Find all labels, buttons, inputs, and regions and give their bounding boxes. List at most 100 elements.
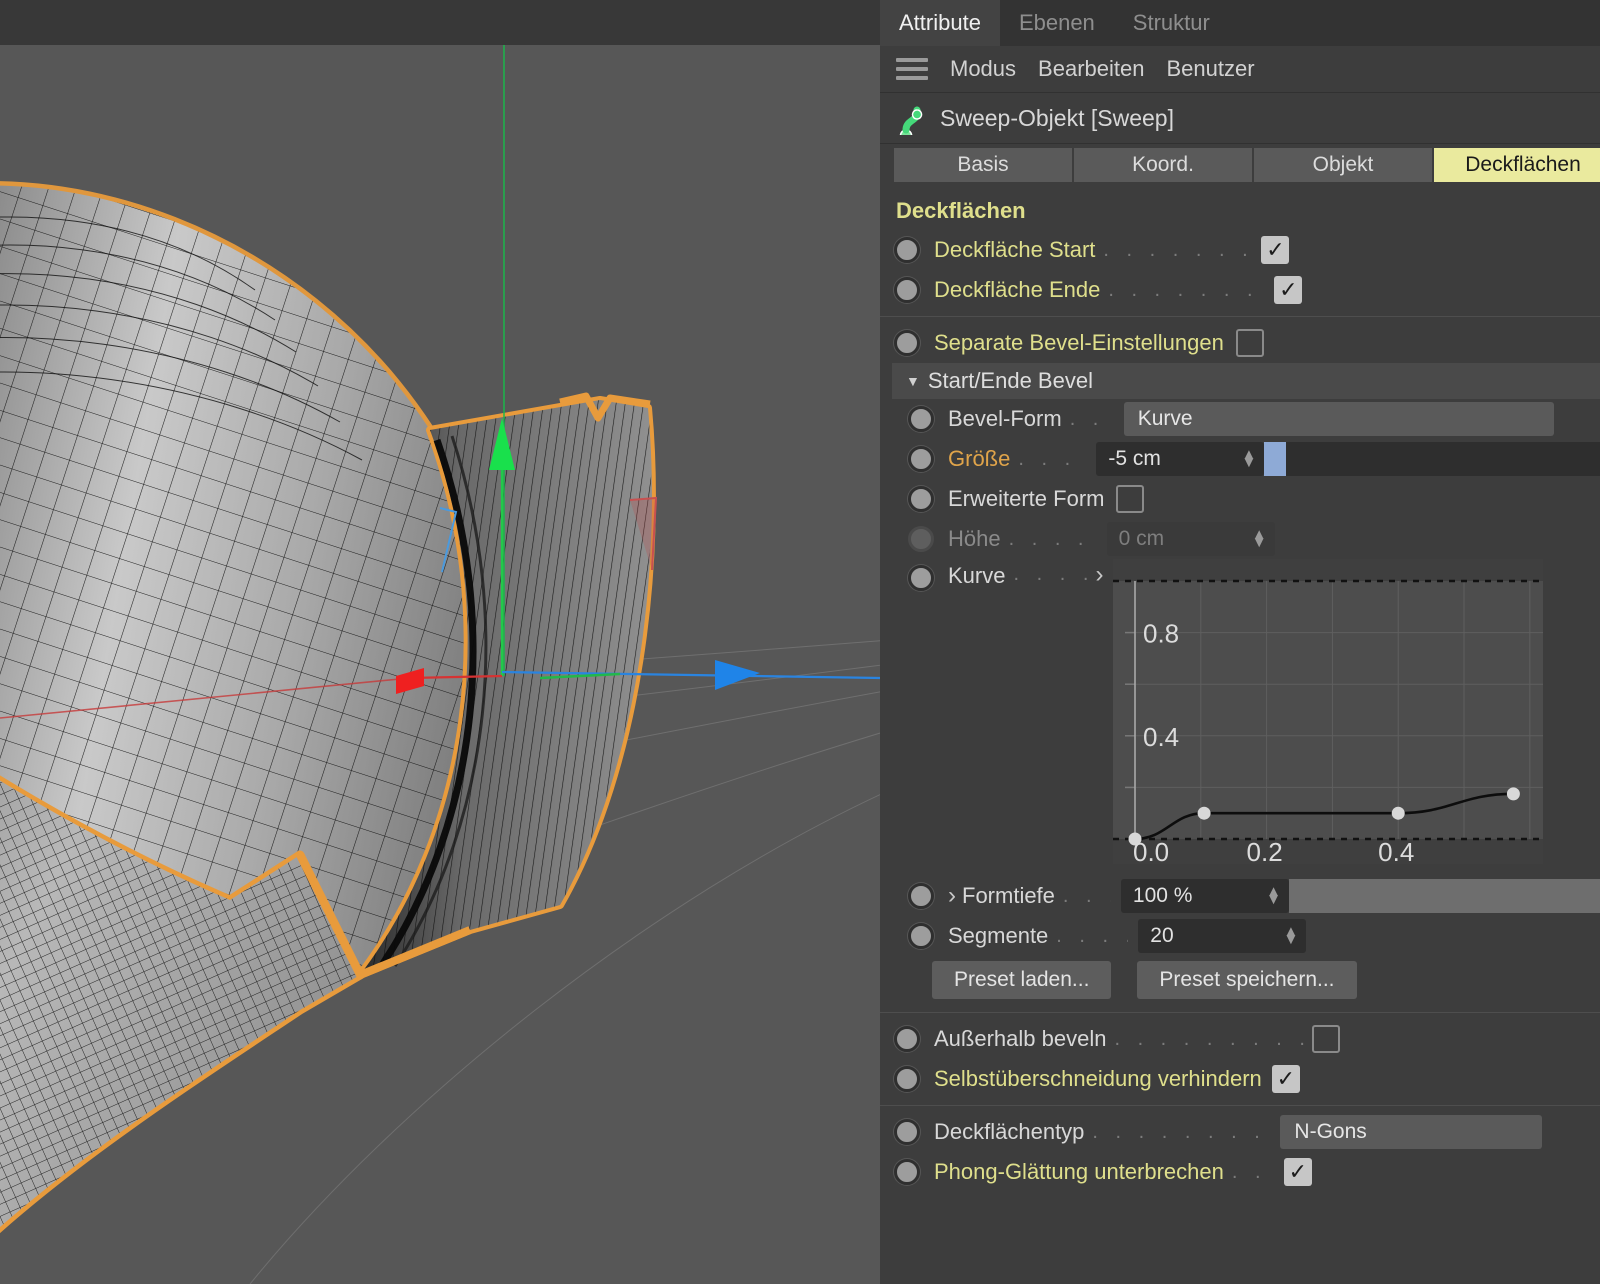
spinner-hoehe: ▲ ▼ bbox=[1251, 526, 1267, 551]
row-erweiterte-form[interactable]: Erweiterte Form bbox=[880, 479, 1600, 519]
anim-track-radio-icon[interactable] bbox=[908, 923, 934, 949]
group-start-ende-bevel[interactable]: ▼ Start/Ende Bevel bbox=[892, 363, 1600, 399]
curve-control-point[interactable] bbox=[1392, 806, 1406, 820]
input-segmente[interactable]: 20 ▲ ▼ bbox=[1138, 919, 1307, 953]
checkbox-separate-bevel[interactable] bbox=[1235, 329, 1264, 357]
spinner-formtiefe[interactable]: ▲ ▼ bbox=[1266, 884, 1281, 907]
row-kurve[interactable]: Kurve . . . . . › 0.4 0.8 0.0 0.2 0.4 bbox=[880, 559, 1600, 870]
row-phong-glaettung[interactable]: Phong-Glättung unterbrechen . . . ✓ bbox=[880, 1152, 1600, 1192]
label-kurve: Kurve bbox=[948, 563, 1006, 588]
anim-track-radio-icon[interactable] bbox=[894, 1119, 920, 1145]
anim-track-radio-icon[interactable] bbox=[908, 883, 934, 909]
preset-load-button[interactable]: Preset laden... bbox=[932, 961, 1112, 999]
panel-tab-attribute[interactable]: Attribute bbox=[880, 0, 1000, 46]
viewport-scene bbox=[0, 0, 880, 1284]
tab-basis[interactable]: Basis bbox=[894, 148, 1072, 182]
checkbox-deckflaeche-start[interactable]: ✓ bbox=[1261, 236, 1290, 264]
row-deckflaeche-ende[interactable]: Deckfläche Ende . . . . . . . . ✓ bbox=[880, 270, 1600, 310]
curve-control-point[interactable] bbox=[1507, 787, 1521, 801]
input-hoehe-value: 0 cm bbox=[1118, 527, 1165, 550]
anim-track-radio-icon[interactable] bbox=[908, 486, 934, 512]
preset-save-button[interactable]: Preset speichern... bbox=[1137, 961, 1357, 999]
bevel-curve-canvas[interactable]: 0.4 0.8 0.0 0.2 0.4 bbox=[1113, 559, 1544, 867]
anim-track-radio-icon[interactable] bbox=[894, 237, 920, 263]
curve-control-point[interactable] bbox=[1198, 806, 1212, 820]
group-label: Start/Ende Bevel bbox=[927, 368, 1093, 393]
chevron-right-icon[interactable]: › bbox=[1095, 561, 1103, 589]
checkbox-ausserhalb-beveln[interactable] bbox=[1312, 1025, 1341, 1053]
label-separate-bevel: Separate Bevel-Einstellungen bbox=[934, 330, 1224, 355]
row-formtiefe[interactable]: › Formtiefe . . . . 100 % ▲▼ bbox=[880, 876, 1600, 916]
panel-tabbar: Attribute Ebenen Struktur bbox=[880, 0, 1600, 46]
property-tabbar: Basis Koord. Objekt Deckflächen Sele bbox=[880, 144, 1600, 186]
row-separate-bevel[interactable]: Separate Bevel-Einstellungen bbox=[880, 323, 1600, 363]
dropdown-deckflaechentyp[interactable]: N-Gons bbox=[1280, 1115, 1543, 1149]
dot-leader: . . . . . bbox=[1013, 563, 1087, 585]
label-groesse: Größe bbox=[948, 446, 1011, 471]
slider-groesse[interactable] bbox=[1264, 442, 1600, 476]
x-tick-label: 0.0 bbox=[1133, 837, 1169, 864]
panel-tab-ebenen[interactable]: Ebenen bbox=[1000, 0, 1114, 46]
slider-formtiefe[interactable] bbox=[1288, 879, 1600, 913]
input-segmente-value: 20 bbox=[1150, 924, 1174, 947]
row-groesse[interactable]: Größe . . . . . . -5 cm ▲▼ bbox=[880, 439, 1600, 479]
hamburger-menu-icon[interactable] bbox=[896, 58, 928, 80]
row-bevel-form[interactable]: Bevel-Form . . . . Kurve bbox=[880, 399, 1600, 439]
label-selbstueberschneidung: Selbstüberschneidung verhindern bbox=[934, 1066, 1262, 1091]
dot-leader: . . . bbox=[1231, 1160, 1276, 1183]
anim-track-radio-icon[interactable] bbox=[894, 277, 920, 303]
x-tick-label: 0.4 bbox=[1379, 837, 1415, 864]
sweep-spline-icon bbox=[899, 106, 923, 135]
anim-track-radio-icon[interactable] bbox=[908, 406, 934, 432]
anim-track-radio-icon[interactable] bbox=[894, 1026, 920, 1052]
anim-track-radio-icon[interactable] bbox=[908, 446, 934, 472]
label-deckflaeche-ende: Deckfläche Ende bbox=[934, 277, 1101, 302]
checkbox-erweiterte-form[interactable] bbox=[1116, 485, 1145, 513]
anim-track-radio-icon[interactable] bbox=[908, 565, 934, 591]
anim-track-radio-icon[interactable] bbox=[894, 330, 920, 356]
chevron-right-icon[interactable]: › bbox=[948, 882, 956, 910]
label-erweiterte-form: Erweiterte Form bbox=[948, 486, 1105, 511]
row-segmente[interactable]: Segmente . . . . . 20 ▲▼ bbox=[880, 916, 1600, 956]
dot-leader: . . . . . . . . . . bbox=[1092, 1120, 1272, 1143]
row-deckflaeche-start[interactable]: Deckfläche Start . . . . . . . . ✓ bbox=[880, 230, 1600, 270]
row-ausserhalb-beveln[interactable]: Außerhalb beveln . . . . . . . . . . . bbox=[880, 1019, 1600, 1059]
x-tick-label: 0.2 bbox=[1247, 837, 1283, 864]
tab-objekt[interactable]: Objekt bbox=[1254, 148, 1432, 182]
divider bbox=[880, 1105, 1600, 1106]
object-title: Sweep-Objekt [Sweep] bbox=[940, 104, 1174, 131]
dot-leader: . . . . bbox=[1062, 884, 1111, 907]
checkbox-deckflaeche-ende[interactable]: ✓ bbox=[1274, 276, 1303, 304]
spinner-segmente[interactable]: ▲ ▼ bbox=[1283, 924, 1298, 947]
menu-item-benutzer[interactable]: Benutzer bbox=[1166, 56, 1254, 82]
tab-koord[interactable]: Koord. bbox=[1074, 148, 1252, 182]
row-selbstueberschneidung[interactable]: Selbstüberschneidung verhindern ✓ bbox=[880, 1059, 1600, 1099]
viewport-3d[interactable] bbox=[0, 0, 880, 1284]
y-tick-label: 0.4 bbox=[1143, 722, 1179, 752]
input-groesse-value: -5 cm bbox=[1108, 447, 1161, 470]
attribute-manager-panel: Attribute Ebenen Struktur Modus Bearbeit… bbox=[880, 0, 1600, 1284]
label-deckflaeche-start: Deckfläche Start bbox=[934, 237, 1096, 262]
checkbox-phong-glaettung[interactable]: ✓ bbox=[1283, 1158, 1312, 1186]
input-formtiefe[interactable]: 100 % ▲ ▼ bbox=[1120, 879, 1289, 913]
anim-track-radio-icon[interactable] bbox=[894, 1066, 920, 1092]
menu-item-bearbeiten[interactable]: Bearbeiten bbox=[1038, 56, 1144, 82]
row-hoehe: Höhe . . . . . . . 0 cm ▲▼ bbox=[880, 519, 1600, 559]
dropdown-bevel-form[interactable]: Kurve bbox=[1123, 402, 1554, 436]
dot-leader: . . . . . . bbox=[1018, 447, 1084, 470]
input-hoehe: 0 cm ▲ ▼ bbox=[1106, 522, 1275, 556]
input-groesse[interactable]: -5 cm ▲ ▼ bbox=[1096, 442, 1265, 476]
spinner-groesse[interactable]: ▲ ▼ bbox=[1242, 447, 1257, 470]
panel-tab-struktur[interactable]: Struktur bbox=[1114, 0, 1229, 46]
divider bbox=[880, 316, 1600, 317]
tab-deckflaechen[interactable]: Deckflächen bbox=[1434, 148, 1600, 182]
viewport-topbar bbox=[0, 0, 880, 45]
object-header: Sweep-Objekt [Sweep] bbox=[880, 93, 1600, 144]
checkbox-selbstueberschneidung[interactable]: ✓ bbox=[1271, 1065, 1300, 1093]
menu-item-modus[interactable]: Modus bbox=[950, 56, 1016, 82]
bevel-curve-graph[interactable]: 0.4 0.8 0.0 0.2 0.4 bbox=[1113, 559, 1544, 870]
label-bevel-form: Bevel-Form bbox=[948, 406, 1062, 431]
anim-track-radio-icon[interactable] bbox=[894, 1159, 920, 1185]
label-ausserhalb-beveln: Außerhalb beveln bbox=[934, 1026, 1107, 1051]
row-deckflaechentyp[interactable]: Deckflächentyp . . . . . . . . . . N-Gon… bbox=[880, 1112, 1600, 1152]
